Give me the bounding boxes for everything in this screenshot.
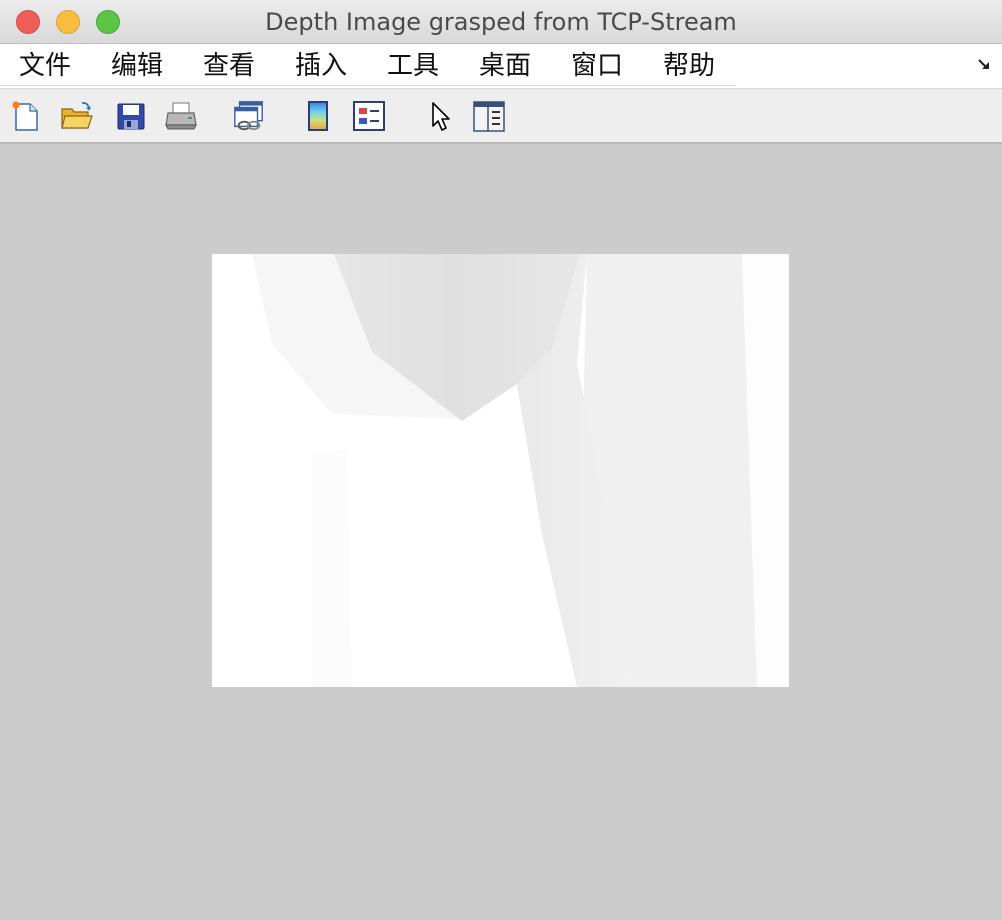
menu-desktop[interactable]: 桌面 (479, 44, 531, 88)
link-plot-icon (234, 101, 263, 131)
new-figure-icon (12, 101, 38, 131)
print-button[interactable] (164, 98, 198, 134)
menu-tools[interactable]: 工具 (387, 44, 439, 88)
menu-window[interactable]: 窗口 (571, 44, 623, 88)
dock-arrow-icon[interactable] (976, 56, 994, 74)
insert-legend-button[interactable] (352, 98, 386, 134)
colorbar-icon (308, 101, 328, 131)
property-inspector-icon (473, 101, 505, 132)
save-disk-icon (117, 103, 145, 130)
open-file-button[interactable] (60, 98, 94, 134)
property-inspector-button[interactable] (472, 98, 506, 134)
figure-canvas[interactable] (0, 146, 1002, 920)
menu-file[interactable]: 文件 (19, 44, 71, 88)
title-bar[interactable]: Depth Image grasped from TCP-Stream (0, 0, 1002, 44)
menu-insert[interactable]: 插入 (295, 44, 347, 88)
menu-edit[interactable]: 编辑 (111, 44, 163, 88)
depth-image-render (212, 254, 789, 687)
menu-bar: 文件 编辑 查看 插入 工具 桌面 窗口 帮助 (0, 44, 1002, 88)
edit-plot-button[interactable] (423, 98, 457, 134)
menu-view[interactable]: 查看 (203, 44, 255, 88)
figure-window: Depth Image grasped from TCP-Stream 文件 编… (0, 0, 1002, 920)
new-figure-button[interactable] (9, 98, 43, 134)
save-button[interactable] (114, 98, 148, 134)
figure-toolbar (0, 88, 1002, 144)
window-title: Depth Image grasped from TCP-Stream (265, 8, 737, 36)
link-plot-button[interactable] (232, 98, 266, 134)
open-folder-icon (61, 101, 93, 129)
menu-help[interactable]: 帮助 (663, 44, 715, 88)
menu-divider (0, 85, 736, 86)
edit-plot-pointer-icon (432, 102, 450, 131)
depth-image[interactable] (212, 254, 789, 687)
legend-icon (353, 101, 385, 131)
insert-colorbar-button[interactable] (301, 98, 335, 134)
print-icon (165, 102, 197, 130)
